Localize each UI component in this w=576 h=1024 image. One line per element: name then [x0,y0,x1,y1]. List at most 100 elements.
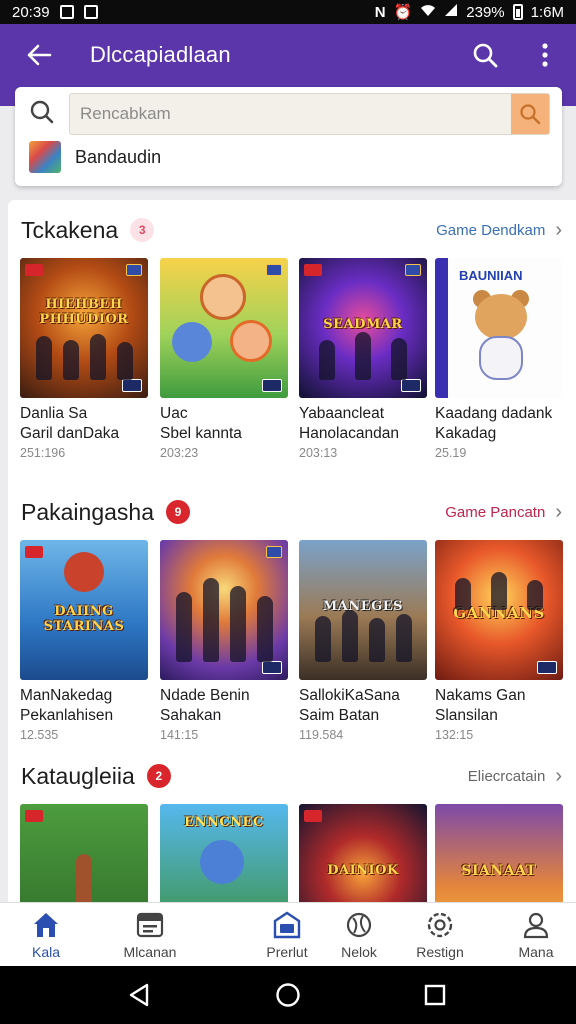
poster-title: DAIING STARINAS [43,604,125,635]
section-link-label: Eliecrcatain [467,767,546,785]
app-bar: Dlccapiadlaan [0,24,576,86]
suggestion-thumbnail [29,141,61,173]
search-submit-button[interactable] [511,94,549,134]
nav-item-home[interactable]: Kala [6,911,86,960]
game-card[interactable]: SEADMAR Yabaancleat Hanolacandan 203:13 [299,258,427,460]
game-card[interactable]: Uac Sbel kannta 203:23 [160,258,288,460]
section-badge: 3 [130,218,155,242]
status-time-left: 20:39 [12,3,50,21]
more-vertical-icon[interactable] [528,38,562,72]
search-icon[interactable] [468,38,502,72]
game-card[interactable]: MANEGES SallokiKaSana Saim Batan 119.584 [299,540,427,742]
game-card[interactable]: SIANAAT [435,804,563,902]
nav-label: Restign [416,944,464,960]
game-subtitle: Sbel kannta [160,425,242,442]
section-title: Tckakena [21,216,119,243]
section-more-link[interactable]: Game Dendkam › [436,219,562,242]
wifi-icon [420,3,436,21]
search-suggestion[interactable]: Bandaudin [29,141,161,173]
game-count: 12.535 [20,728,59,742]
poster-title: SEADMAR [323,316,403,332]
game-card[interactable]: DAINIOK [299,804,427,902]
arrow-left-icon[interactable] [22,38,56,72]
game-count: 25.19 [435,446,467,460]
game-count: 119.584 [299,728,344,742]
game-art: SEADMAR [299,258,427,398]
game-subtitle: Hanolacandan [299,425,399,442]
game-card[interactable]: HIEHBEH PHHUDIOR Danlia Sa Garil danDaka… [20,258,148,460]
search-field [69,93,550,135]
section-more-link[interactable]: Game Pancatn › [445,501,562,524]
game-title: Uac [160,405,188,422]
poster-title: HIEHBEH PHHUDIOR [39,297,129,328]
alarm-icon: ⏰ [393,4,413,21]
game-count: 251:196 [20,446,66,460]
status-clock: 1:6M [530,3,564,21]
poster-title: DAINIOK [327,862,399,878]
game-title: ManNakedag [20,687,113,704]
suggestion-label: Bandaudin [75,146,162,167]
game-subtitle: Sahakan [160,707,222,724]
chevron-right-icon: › [555,500,562,523]
game-title: Ndade Benin [160,687,250,704]
game-count: 141:15 [160,728,199,742]
system-navigation-bar [0,966,576,1024]
game-count: 203:23 [160,446,199,460]
home-circle-icon[interactable] [273,980,303,1010]
recents-icon[interactable] [420,980,450,1010]
game-title: Kaadang dadank [435,405,553,422]
globe-icon [346,912,372,938]
back-icon[interactable] [124,980,154,1010]
game-title: Yabaancleat [299,405,385,422]
nav-label: Nelok [341,944,377,960]
content-list[interactable]: Tckakena 3 Game Dendkam › HIEHBEH PHHUDI… [8,200,576,902]
game-art: GANNANS [435,540,563,680]
search-icon [29,99,55,130]
game-art: DAIING STARINAS [20,540,148,680]
notification-icon [59,5,74,19]
battery-percent: 239% [466,3,505,21]
game-card[interactable] [20,804,148,902]
nav-label: Mana [518,944,554,960]
game-subtitle: Pekanlahisen [20,707,114,724]
game-card[interactable]: ENNCNEC [160,804,288,902]
game-art [20,804,148,902]
nav-item-settings[interactable]: Restign [400,911,480,960]
nav-label: Kala [31,944,61,960]
store-icon [273,911,301,939]
section-title: Kataugleiia [21,762,135,789]
game-card[interactable]: Ndade Benin Sahakan 141:15 [160,540,288,742]
bear-mascot [465,290,537,384]
nav-label: Mlcanan [123,944,177,960]
game-subtitle: Slansilan [435,707,498,724]
search-card: Bandaudin [15,87,562,186]
game-card[interactable]: GANNANS Nakams Gan Slansilan 132:15 [435,540,563,742]
game-art: MANEGES [299,540,427,680]
poster-title: MANEGES [322,598,404,614]
game-card[interactable]: DAIING STARINAS ManNakedag Pekanlahisen … [20,540,148,742]
nav-item-profile[interactable]: Mana [496,911,576,960]
game-art: HIEHBEH PHHUDIOR [20,258,148,398]
game-card[interactable]: BAUNIIAN Kaadang dadank Kakadag 25.19 [435,258,563,460]
section-more-link[interactable]: Eliecrcatain › [468,765,562,788]
game-title: Danlia Sa [20,405,88,422]
nav-item-store[interactable]: Prerlut [247,911,327,960]
calendar-icon [136,912,164,938]
game-art: DAINIOK [299,804,427,902]
game-subtitle: Garil danDaka [20,425,120,442]
status-bar: 20:39 N ⏰ 239% 1:6M [0,0,576,24]
home-icon [34,913,58,937]
nav-label: Prerlut [266,944,308,960]
settings-icon [427,912,453,938]
app-notification-icon [83,5,98,19]
section-link-label: Game Dendkam [436,221,546,239]
game-title: Nakams Gan [435,687,526,704]
game-subtitle: Kakadag [435,425,497,442]
nav-item-globe[interactable]: Nelok [319,911,399,960]
search-input[interactable] [70,104,511,124]
poster-title: ENNCNEC [184,815,264,831]
nav-item-calendar[interactable]: Mlcanan [110,911,190,960]
game-count: 132:15 [435,728,474,742]
profile-icon [523,912,549,939]
game-art: ENNCNEC [160,804,288,902]
